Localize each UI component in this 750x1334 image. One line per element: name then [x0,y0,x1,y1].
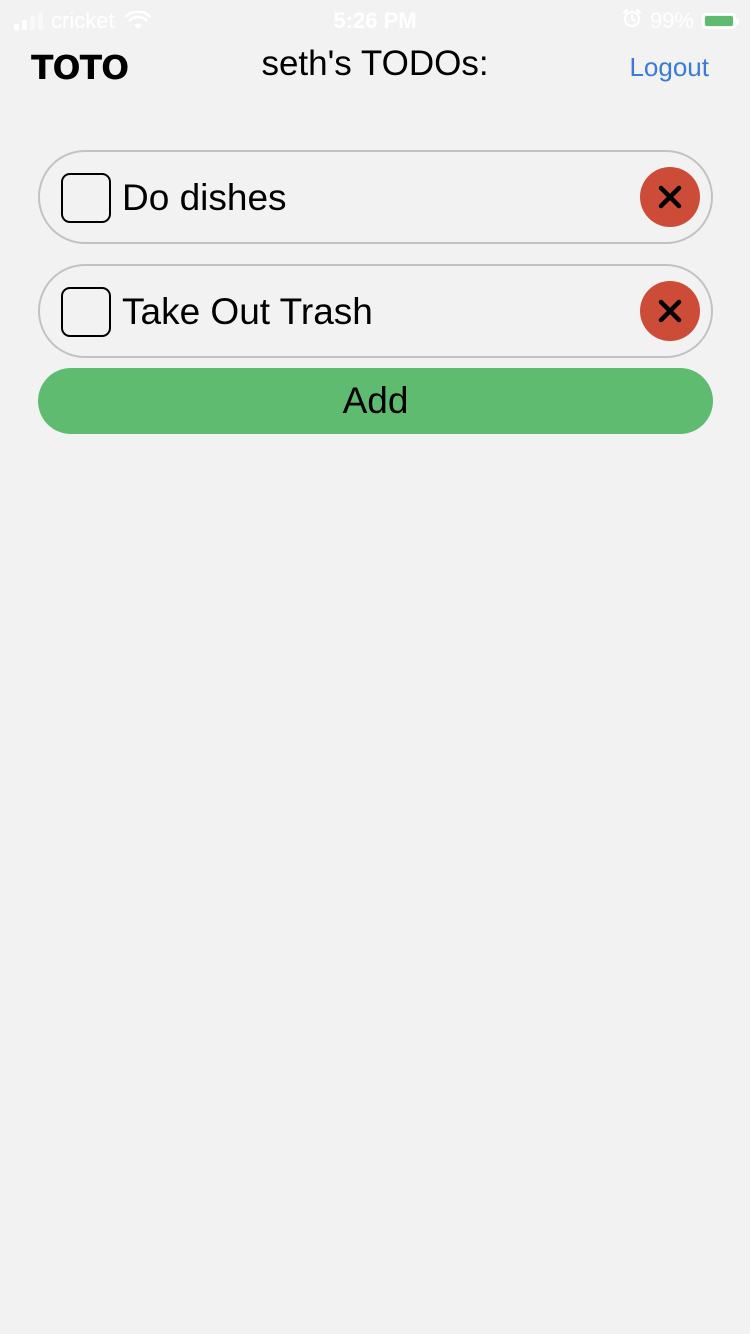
logout-link[interactable]: Logout [629,52,709,83]
todo-label: Take Out Trash [122,291,373,332]
add-button[interactable]: Add [38,368,713,434]
battery-percent: 99% [649,8,694,33]
delete-button[interactable] [640,281,700,341]
todo-checkbox[interactable] [61,287,111,337]
battery-icon [702,13,739,29]
close-icon [658,299,682,323]
status-right: 99% [622,8,739,34]
alarm-icon [622,8,642,34]
status-bar: cricket 5:26 PM 99% [0,0,750,40]
delete-button[interactable] [640,167,700,227]
close-icon [658,185,682,209]
todo-checkbox[interactable] [61,173,111,223]
todo-item: Do dishes [38,150,713,244]
battery-fill [705,16,733,26]
todo-label: Do dishes [122,177,287,218]
todo-item: Take Out Trash [38,264,713,358]
todo-list: Do dishes Take Out Trash [38,150,713,378]
battery-tip [736,19,739,25]
